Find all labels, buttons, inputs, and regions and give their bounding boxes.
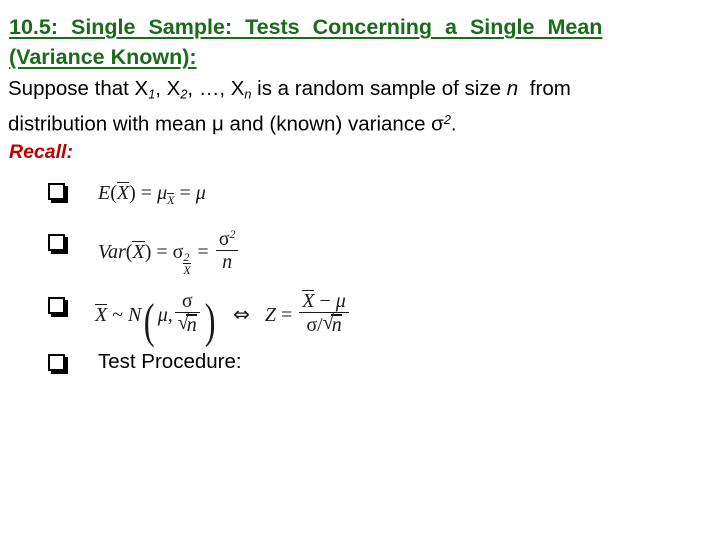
intro-line-2: distribution with mean μ and (known) var… <box>8 107 714 137</box>
formula2-xbar: X <box>132 240 145 263</box>
formula-expected-value: E(X) = μX = μ <box>98 182 206 206</box>
intro-paragraph: Suppose that X1, X2, …, Xn is a random s… <box>8 76 714 137</box>
formula3-fraction: σn <box>174 290 200 337</box>
formula3-sqrt-icon: n <box>178 313 197 337</box>
bullet-label-test-procedure: Test Procedure: <box>98 350 242 373</box>
bullet-marker-4 <box>48 354 65 371</box>
formula3-tilde: ~ <box>112 304 124 326</box>
iff-arrow-icon: ⇔ <box>233 302 250 326</box>
formula1-equals-2: = <box>179 182 191 204</box>
formula2-sigma-sup: 2 <box>183 249 190 264</box>
formula3-z-numerator: X − μ <box>299 290 349 314</box>
formula2-sigma-sub: X <box>183 262 192 277</box>
sigma-superscript: 2 <box>443 112 451 128</box>
title-line-1-text: 10.5: Single Sample: Tests Concerning a … <box>9 15 603 39</box>
formula3-z-mu: μ <box>335 290 346 312</box>
recall-label: Recall: <box>9 141 73 163</box>
formula1-mu: μ <box>157 182 168 204</box>
formula3-comma: , <box>167 304 173 326</box>
formula2-equals-1: = <box>156 240 168 263</box>
formula3-N: N <box>128 304 142 326</box>
formula1-xbar: X <box>116 182 130 204</box>
formula-variance: Var(X) = σ2X = σ2 n <box>98 227 240 277</box>
formula3-denominator: n <box>175 313 200 337</box>
formula2-numerator: σ2 <box>215 227 239 252</box>
formula1-mu-subscript: X <box>167 193 175 208</box>
formula3-numerator: σ <box>174 290 200 314</box>
formula2-denominator: n <box>222 251 233 274</box>
bullet-marker-2 <box>48 234 65 251</box>
intro-text-6: distribution with mean <box>8 112 212 136</box>
formula3-xbar: X <box>95 304 108 326</box>
formula3-z-sigma: σ <box>306 314 318 337</box>
formula3-equals: = <box>280 304 293 326</box>
intro-text-1: Suppose that X <box>8 77 149 100</box>
intro-text-2: , X <box>155 77 181 100</box>
formula2-num-sigma: σ <box>218 227 230 250</box>
bullet-marker-3 <box>48 297 65 314</box>
formula3-mu: μ <box>157 304 168 326</box>
formula2-fraction: σ2 n <box>215 227 239 274</box>
formula2-equals-2: = <box>197 240 209 263</box>
formula2-var: Var <box>98 240 126 263</box>
formula1-paren-open: ( <box>110 182 117 204</box>
formula1-mu-2: μ <box>195 182 206 204</box>
formula3-z-fraction: X − μ σ/n <box>299 290 349 336</box>
formula3-z-sqrt-n: n <box>331 314 342 337</box>
page-title: 10.5: Single Sample: Tests Concerning a … <box>9 12 711 72</box>
intro-text-8: . <box>450 112 457 136</box>
formula1-equals-1: = <box>140 182 153 204</box>
formula3-z-denominator: σ/n <box>299 313 349 337</box>
title-line-2: (Variance Known): <box>9 42 711 72</box>
formula3-paren-close: ) <box>204 293 216 349</box>
formula3-sigma: σ <box>181 290 193 312</box>
formula-sampling-distribution: X ~ N(μ,σn) ⇔ Z = X − μ σ/n <box>95 290 351 349</box>
intro-text-7: and (known) variance <box>223 112 432 136</box>
formula3-paren-open: ( <box>144 293 155 349</box>
formula1-paren-close: ) <box>129 182 136 204</box>
title-line-2-text: (Variance Known): <box>9 45 197 69</box>
bullet-marker-1 <box>48 183 65 200</box>
formula2-num-sup: 2 <box>229 227 236 241</box>
formula2-sigma: σ <box>172 240 184 263</box>
intro-text-3: , …, X <box>187 77 245 100</box>
mu-symbol: μ <box>211 112 224 136</box>
intro-text-4: is a random sample of size <box>251 77 507 100</box>
formula2-paren-close: ) <box>144 240 152 263</box>
intro-text-5: from <box>524 77 571 100</box>
intro-line-1: Suppose that X1, X2, …, Xn is a random s… <box>8 76 714 107</box>
formula3-sqrt-n: n <box>186 314 197 337</box>
formula3-z-minus: − <box>319 290 331 312</box>
title-line-1: 10.5: Single Sample: Tests Concerning a … <box>9 12 711 42</box>
formula1-E: E <box>98 182 111 204</box>
sigma-symbol: σ <box>431 112 444 136</box>
formula3-z-xbar: X <box>302 290 315 312</box>
formula3-z-sqrt-icon: n <box>323 313 342 337</box>
intro-italic-n: n <box>506 77 519 100</box>
formula3-Z: Z <box>264 304 276 326</box>
